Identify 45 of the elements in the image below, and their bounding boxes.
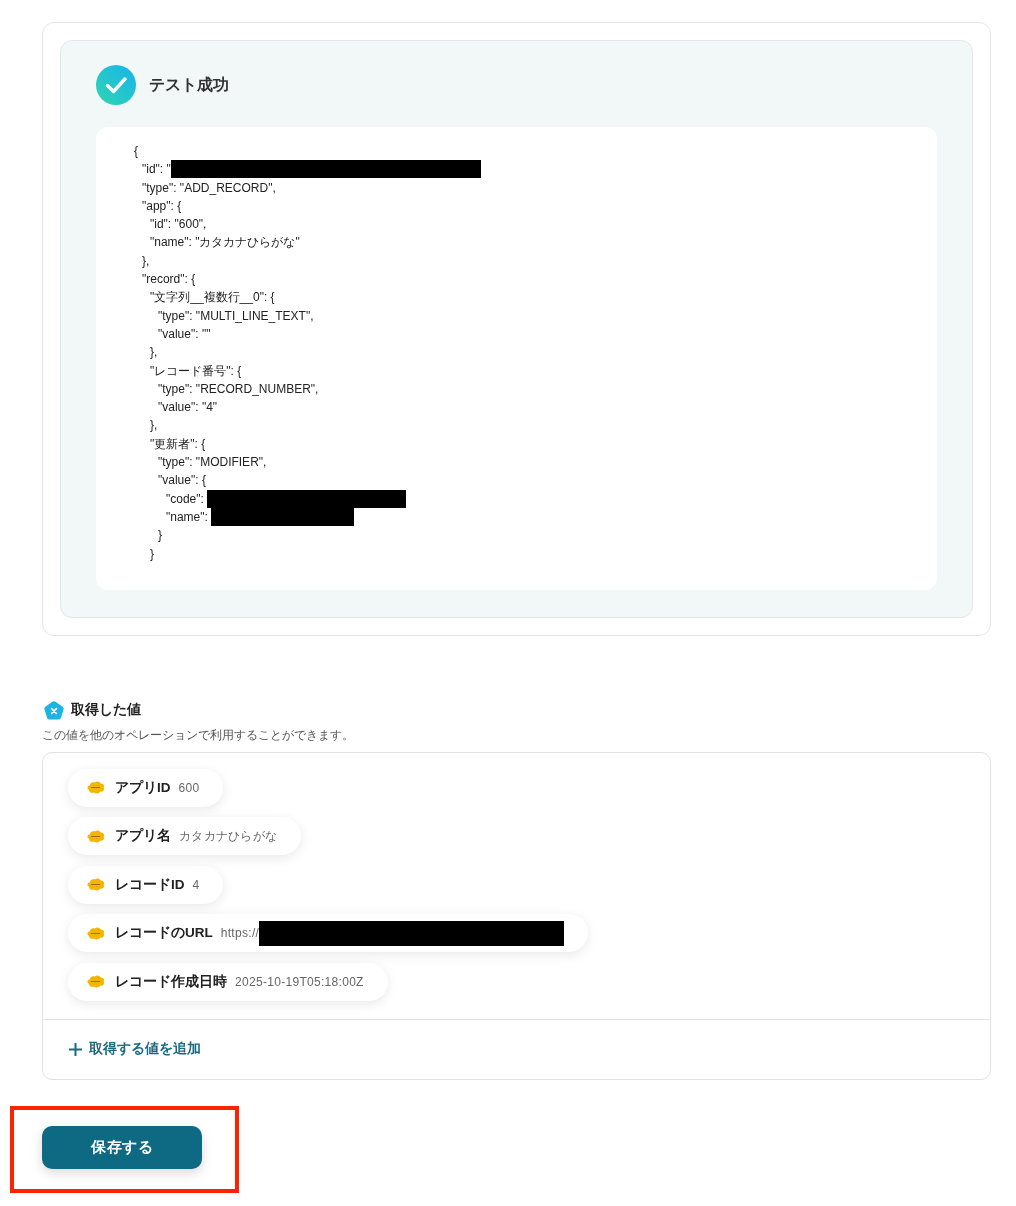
- value-text: カタカナひらがな: [179, 827, 278, 845]
- cloud-icon: [87, 829, 105, 843]
- value-label: レコード作成日時: [115, 972, 227, 991]
- value-text: https://: [220, 926, 260, 941]
- plus-icon: [69, 1042, 82, 1056]
- cloud-icon: [87, 975, 105, 989]
- code-line: "type": "RECORD_NUMBER",: [158, 380, 319, 398]
- value-text: 4: [192, 877, 200, 892]
- code-line: "文字列__複数行__0": {: [150, 289, 275, 307]
- value-text: 2025-10-19T05:18:00Z: [235, 974, 364, 989]
- save-button[interactable]: 保存する: [42, 1125, 202, 1169]
- code-line: }: [158, 527, 162, 545]
- code-line: },: [150, 344, 158, 362]
- value-label: レコードのURL: [115, 924, 213, 943]
- cloud-icon: [87, 926, 105, 940]
- code-line: "id": "600",: [150, 216, 207, 234]
- cloud-icon: [87, 781, 105, 795]
- value-label: アプリ名: [115, 827, 171, 846]
- code-line: "record": {: [142, 271, 196, 289]
- value-label: レコードID: [115, 875, 185, 894]
- code-line: "type": "ADD_RECORD",: [142, 179, 276, 197]
- code-line: "name":: [166, 508, 209, 526]
- code-line: "type": "MULTI_LINE_TEXT",: [158, 307, 314, 325]
- code-line: "name": "カタカナひらがな": [150, 234, 300, 252]
- result-title: テスト成功: [149, 74, 229, 95]
- value-text: 600: [178, 780, 200, 795]
- code-line: "更新者": {: [150, 435, 206, 453]
- code-line: "value": "": [158, 325, 211, 343]
- code-line: "value": {: [158, 472, 206, 490]
- code-line: "レコード番号": {: [150, 362, 242, 380]
- section-title: 取得した値: [71, 701, 141, 720]
- pentagon-icon: [44, 700, 64, 720]
- cloud-icon: [87, 878, 105, 892]
- add-value-link[interactable]: 取得する値を追加: [69, 1040, 201, 1059]
- code-line: }: [150, 545, 154, 563]
- value-label: アプリID: [115, 778, 171, 797]
- code-line: {: [134, 143, 138, 160]
- code-line: },: [150, 417, 158, 435]
- code-line: "id": ": [142, 161, 171, 179]
- section-description: この値を他のオペレーションで利用することができます。: [42, 727, 354, 743]
- code-line: },: [142, 252, 150, 270]
- code-line: "type": "MODIFIER",: [158, 454, 267, 472]
- code-line: "code":: [166, 490, 205, 508]
- code-line: "app": {: [142, 197, 182, 215]
- code-line: "value": "4": [158, 399, 218, 417]
